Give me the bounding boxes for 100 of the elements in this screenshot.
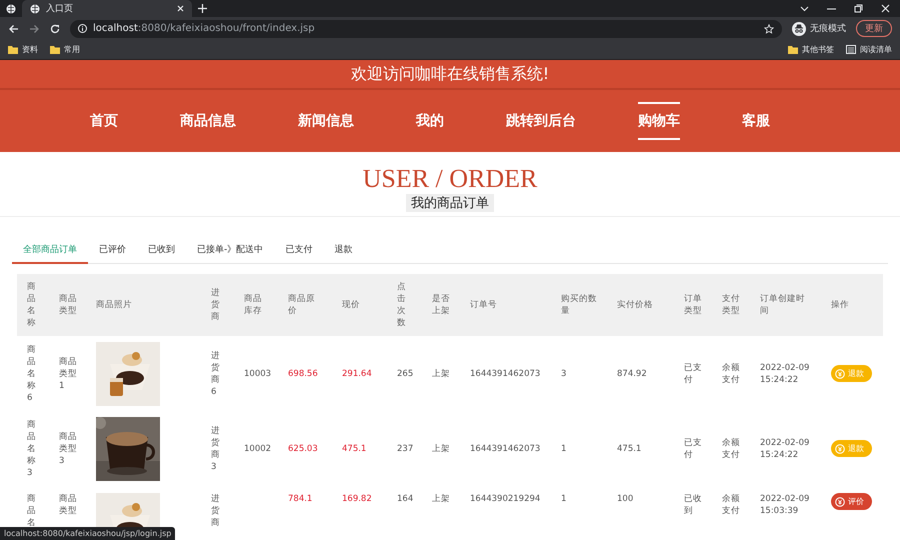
close-icon[interactable]: [177, 5, 184, 12]
order-tab[interactable]: 已评价: [88, 237, 137, 264]
address-field[interactable]: localhost:8080/kafeixiaoshou/front/index.jsp: [70, 20, 782, 38]
column-header: 商品原价: [288, 293, 316, 317]
column-header: 是否上架: [432, 293, 451, 317]
bookmark[interactable]: 常用: [50, 44, 80, 55]
nav-link[interactable]: 首页: [90, 102, 118, 140]
close-icon[interactable]: [881, 4, 890, 13]
table-cell: 商品名称3: [27, 418, 37, 478]
table-cell-text: 698.56: [288, 368, 319, 380]
table-cell-text: 2022-02-09 15:24:22: [760, 436, 810, 460]
column-header: 实付价格: [617, 299, 654, 311]
table-cell: 进货商: [211, 493, 221, 529]
column-header: 订单创建时间: [760, 293, 806, 317]
table-cell-text: 164: [397, 493, 414, 505]
incognito-icon[interactable]: [792, 22, 806, 36]
table-cell-text: 上架: [432, 493, 451, 505]
table-cell-text: 1: [561, 493, 568, 505]
forward-icon[interactable]: [29, 24, 40, 34]
table-cell: 商品名: [27, 493, 37, 529]
restore-icon[interactable]: [854, 4, 863, 13]
profile-label: 无痕模式: [810, 22, 846, 35]
nav-link[interactable]: 我的: [416, 102, 444, 140]
nav-link[interactable]: 客服: [742, 102, 770, 140]
table-cell-text: 商品类型3: [59, 430, 78, 466]
bookmark[interactable]: 资料: [8, 44, 38, 55]
nav-link[interactable]: 购物车: [638, 102, 680, 140]
column-header: 现价: [342, 299, 361, 311]
column-header: 商品类型: [59, 293, 78, 317]
column-header: 商品名称: [27, 281, 37, 329]
order-tab[interactable]: 已接单-》配送中: [186, 237, 274, 264]
table-cell-text: 10003: [244, 368, 272, 380]
table-cell-text: 余额支付: [722, 362, 741, 386]
column-header: 进货商: [211, 287, 221, 323]
chevron-down-icon[interactable]: [800, 6, 809, 12]
table-cell-text: 625.03: [288, 442, 319, 454]
back-icon[interactable]: [8, 24, 19, 34]
column-header: 商品库存: [244, 293, 263, 317]
table-cell-text: 已支付: [684, 362, 703, 386]
globe-icon: [30, 4, 40, 14]
table-cell-text: 265: [397, 368, 414, 380]
folder-icon: [50, 45, 60, 54]
welcome-text: 欢迎访问咖啡在线销售系统!: [350, 64, 550, 84]
table-cell-text: 10002: [244, 442, 272, 454]
table-cell-text: 余额支付: [722, 436, 741, 460]
order-tab[interactable]: 已收到: [137, 237, 186, 264]
reload-icon[interactable]: [50, 24, 60, 34]
star-icon[interactable]: [764, 24, 774, 34]
status-url: localhost:8080/kafeixiaoshou/jsp/login.jsp: [0, 527, 176, 540]
minimize-icon[interactable]: [827, 8, 836, 10]
bookmark[interactable]: 其他书签: [788, 44, 834, 55]
table-cell: 进货商6: [211, 350, 221, 398]
column-header: 购买的数量: [561, 293, 598, 317]
table-cell-text: 1644390219294: [470, 493, 542, 505]
table-cell-text: 余额支付: [722, 493, 741, 517]
nav-link[interactable]: 新闻信息: [298, 102, 354, 140]
page-subtitle: 我的商品订单: [406, 194, 494, 212]
nav-link[interactable]: 商品信息: [180, 102, 236, 140]
table-cell-text: 1644391462073: [470, 442, 542, 454]
column-header: 操作: [831, 299, 850, 311]
order-tab[interactable]: 退款: [323, 237, 364, 264]
column-header: 订单类型: [684, 293, 703, 317]
update-button[interactable]: 更新: [856, 20, 892, 37]
table-cell-text: 1: [561, 442, 568, 454]
folder-icon: [788, 45, 798, 54]
info-icon: [78, 24, 87, 33]
column-header: 点击次数: [397, 281, 407, 329]
column-header: 订单号: [470, 299, 498, 311]
table-cell-text: 874.92: [617, 368, 648, 380]
table-cell-text: 2022-02-09 15:24:22: [760, 362, 810, 386]
table-cell-text: 1644391462073: [470, 368, 542, 380]
bookmark[interactable]: 阅读清单: [846, 44, 892, 55]
table-cell-text: 3: [561, 368, 568, 380]
folder-icon: [8, 45, 18, 54]
url-text: localhost:8080/kafeixiaoshou/front/index.jsp: [93, 23, 315, 34]
table-cell-text: 475.1: [342, 442, 368, 454]
list-icon: [846, 45, 856, 54]
page-title: USER / ORDER: [362, 164, 538, 194]
column-header: 支付类型: [722, 293, 741, 317]
browser-tab[interactable]: 入口页: [22, 0, 192, 17]
table-cell-text: 已收到: [684, 493, 703, 517]
table-cell-text: 475.1: [617, 442, 642, 454]
nav-link[interactable]: 跳转到后台: [506, 102, 576, 140]
review-button[interactable]: 评价: [831, 493, 872, 510]
table-cell-text: 169.82: [342, 493, 373, 505]
order-tab[interactable]: 已支付: [274, 237, 324, 264]
table-cell-text: 784.1: [288, 493, 314, 505]
new-tab-icon[interactable]: [198, 4, 207, 13]
table-cell-text: 237: [397, 442, 414, 454]
table-cell-text: 2022-02-09 15:03:39: [760, 493, 810, 517]
yen-icon: [835, 444, 845, 454]
table-cell-text: 商品类型: [59, 493, 78, 517]
table-cell: 商品名称6: [27, 344, 37, 404]
order-tab[interactable]: 全部商品订单: [12, 237, 88, 264]
table-cell-text: 上架: [432, 368, 451, 380]
table-cell-text: 上架: [432, 442, 451, 454]
table-cell-text: 291.64: [342, 368, 373, 380]
table-cell-text: 已支付: [684, 436, 703, 460]
globe-icon: [6, 4, 16, 14]
yen-icon: [835, 368, 845, 378]
